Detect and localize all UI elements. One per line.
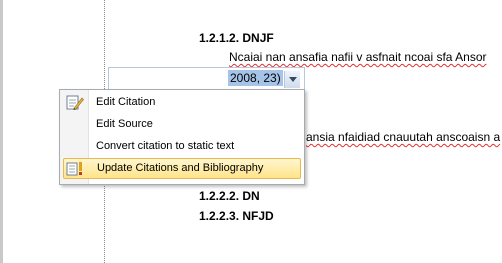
heading-dn: 1.2.2.2. DN (199, 189, 260, 203)
heading-nfjd: 1.2.2.3. NFJD (199, 209, 274, 223)
paragraph-line-1: Ncaiai nan ansafia nafii v asfnait ncoai… (229, 50, 487, 64)
menu-item-edit-citation[interactable]: Edit Citation (63, 92, 301, 113)
paragraph-line-2: ansia nfaidiad cnauutah anscoaisn a (306, 130, 501, 144)
context-menu: Edit Citation Edit Source Convert citati… (59, 89, 305, 185)
edit-citation-icon (66, 94, 84, 111)
update-citations-icon (66, 160, 84, 177)
menu-item-convert-citation[interactable]: Convert citation to static text (63, 136, 301, 157)
page-left-edge (0, 0, 3, 263)
menu-item-label: Update Citations and Bibliography (97, 162, 264, 174)
menu-item-update-citations[interactable]: Update Citations and Bibliography (63, 158, 301, 179)
menu-item-label: Convert citation to static text (96, 140, 235, 152)
menu-item-label: Edit Citation (96, 96, 156, 108)
menu-item-edit-source[interactable]: Edit Source (63, 114, 301, 135)
chevron-down-icon (288, 77, 297, 82)
citation-selected-text[interactable]: 2008, 23) (228, 70, 283, 86)
citation-dropdown-button[interactable] (284, 71, 300, 88)
heading-dnjf: 1.2.1.2. DNJF (199, 31, 274, 45)
menu-item-label: Edit Source (96, 118, 153, 130)
